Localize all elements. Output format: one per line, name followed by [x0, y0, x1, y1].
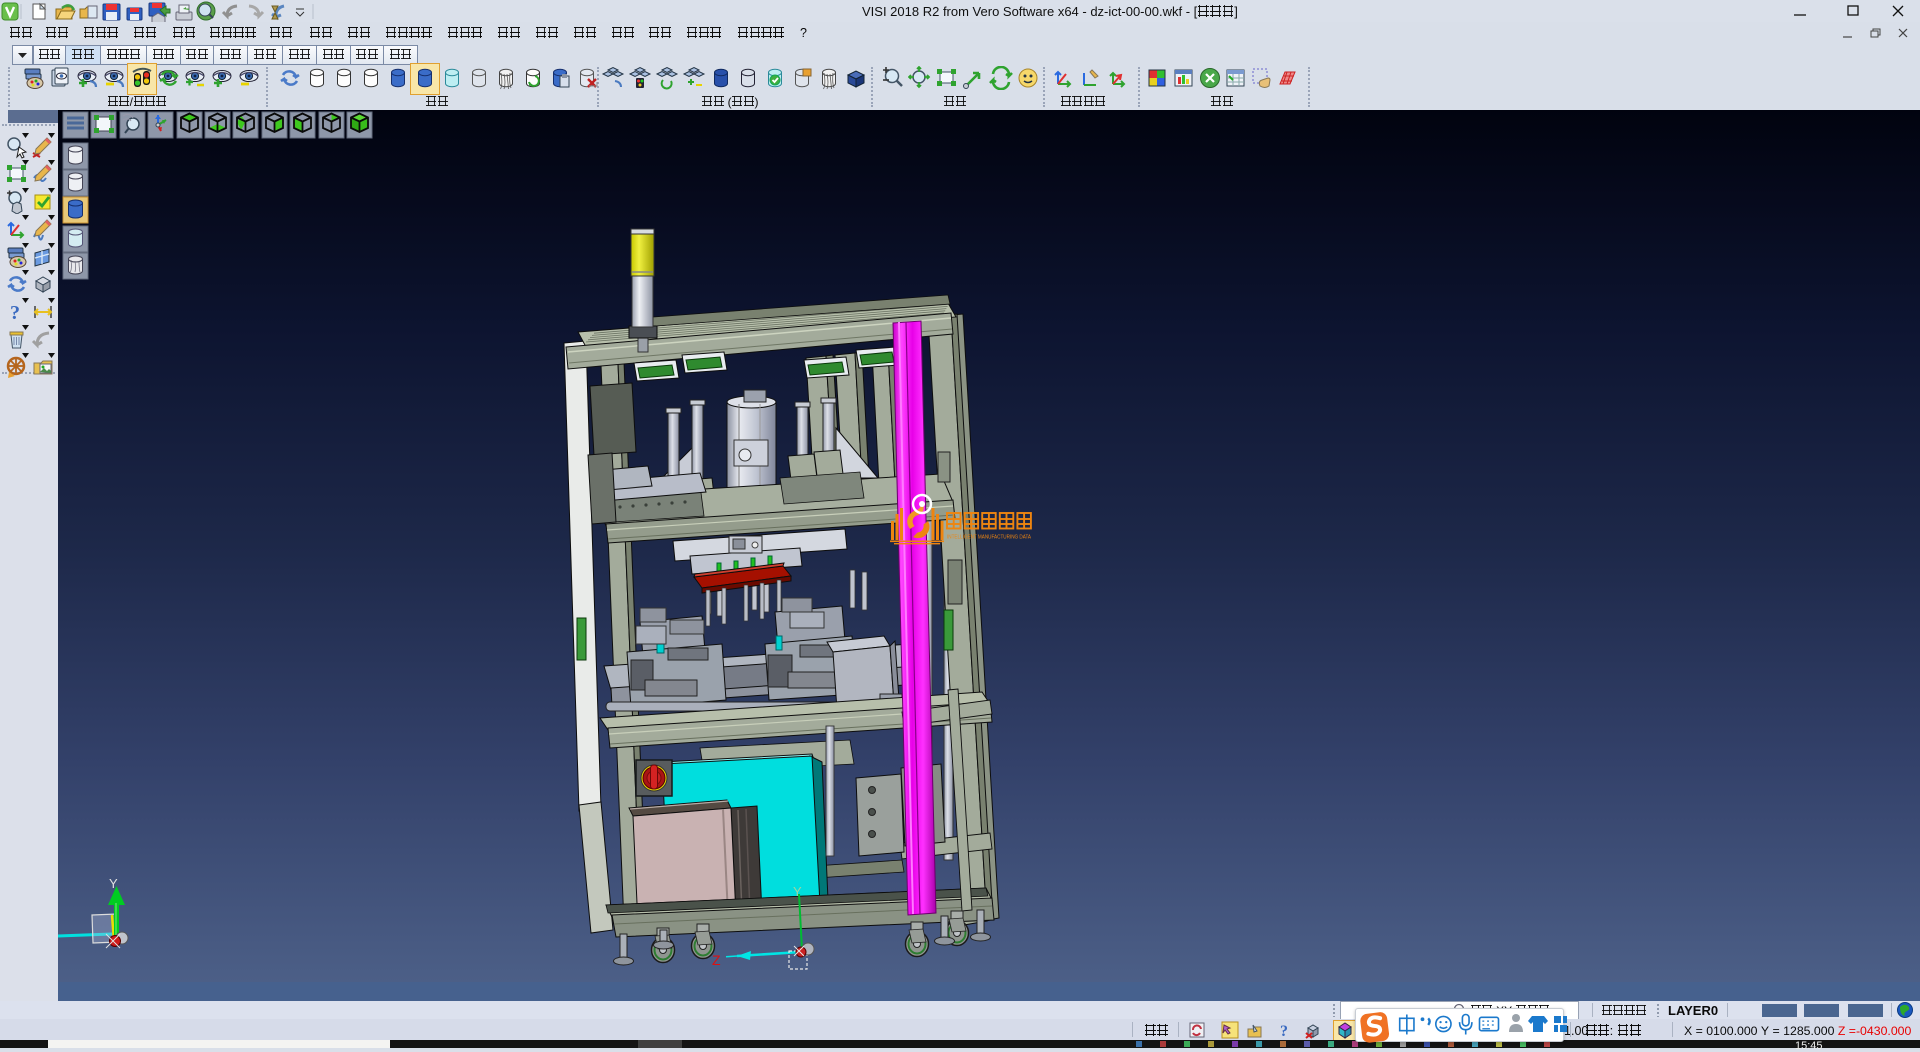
svg-text:Y: Y	[109, 876, 118, 891]
svg-text:Y: Y	[793, 884, 802, 899]
svg-text:?: ?	[1280, 1023, 1288, 1039]
svg-text:INTELLIGENT MANUFACTURING DATA: INTELLIGENT MANUFACTURING DATA	[947, 535, 1032, 541]
svg-text:?: ?	[10, 302, 20, 324]
svg-text:Z: Z	[712, 952, 721, 968]
